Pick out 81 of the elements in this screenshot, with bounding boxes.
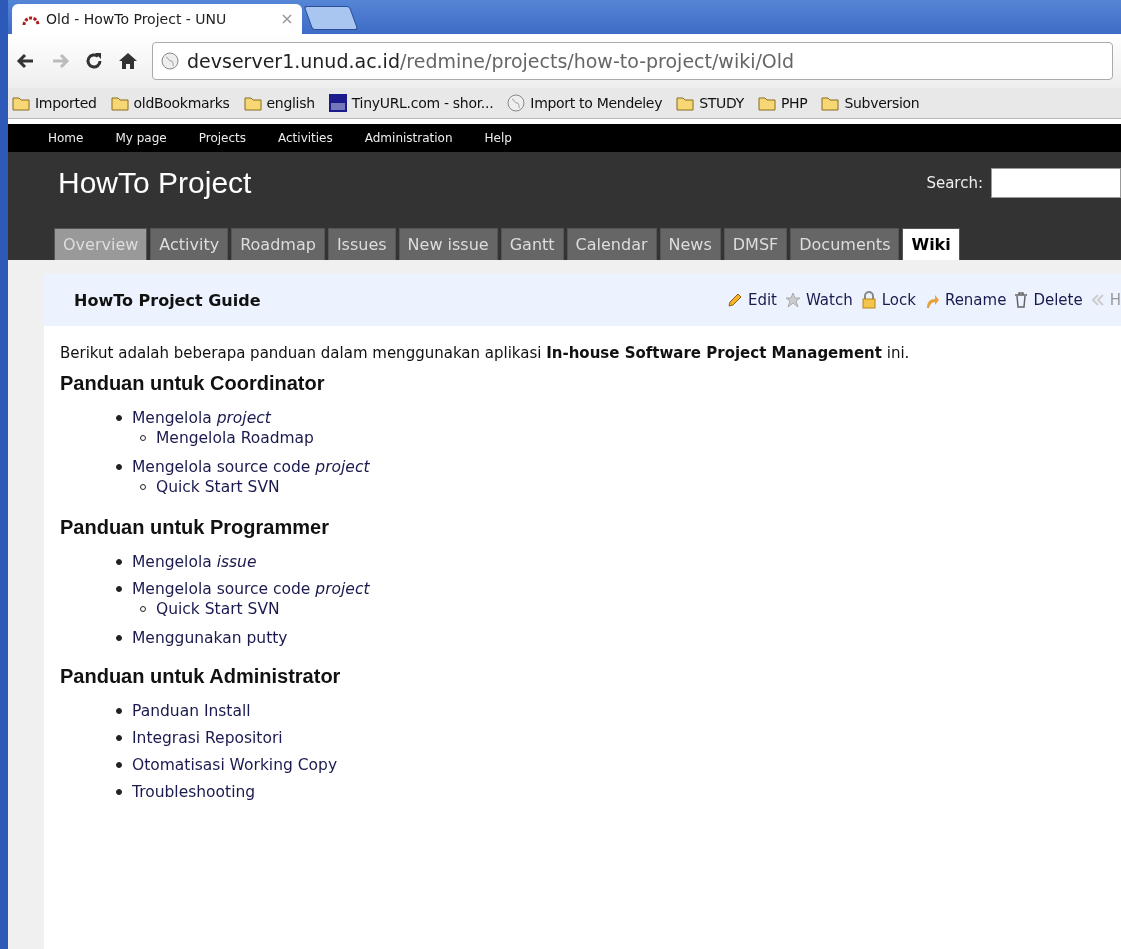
bullet-icon — [116, 735, 122, 741]
tab-title: Old - HowTo Project - UNU — [46, 11, 227, 27]
bookmark-link[interactable]: oldBookmarks — [133, 95, 230, 111]
top-menu-link[interactable]: My page — [115, 131, 167, 145]
section-heading: Panduan untuk Coordinator — [60, 372, 326, 395]
action-link[interactable]: Watch — [805, 291, 853, 309]
project-tab[interactable]: New issue — [398, 228, 498, 260]
bookmark-link[interactable]: TinyURL.com - shor... — [351, 95, 494, 111]
top-menu-link[interactable]: Projects — [198, 131, 246, 145]
address-bar[interactable]: devserver1.unud.ac.id/redmine/projects/how-to-project/wiki/Old — [152, 42, 1113, 80]
wiki-link[interactable]: Troubleshooting — [132, 783, 256, 801]
action-link[interactable]: Edit — [747, 291, 777, 309]
pencil-icon — [726, 292, 743, 308]
bookmark-link[interactable]: PHP — [780, 95, 808, 111]
reload-icon[interactable] — [84, 51, 104, 71]
search-label: Search: — [926, 174, 983, 192]
intro-paragraph: Berikut adalah beberapa panduan dalam menggunakan aplikasi In-house Software Project Management ini. — [60, 344, 911, 362]
wiki-link[interactable]: Mengelola source code project — [132, 580, 370, 598]
bullet-icon — [116, 464, 122, 470]
padlock-icon — [860, 291, 877, 309]
project-tab[interactable]: Documents — [790, 228, 900, 260]
wiki-page-title: HowTo Project Guide — [74, 290, 261, 310]
wiki-link[interactable]: Quick Start SVN — [156, 600, 280, 618]
new-tab-button[interactable] — [303, 6, 359, 30]
bookmark-link[interactable]: Imported — [35, 95, 97, 111]
back-arrow-icon[interactable] — [16, 51, 36, 71]
close-icon[interactable] — [282, 14, 292, 24]
wiki-link[interactable]: Panduan Install — [132, 702, 251, 720]
action-link[interactable]: Lock — [881, 291, 916, 309]
browser-tab[interactable]: Old - HowTo Project - UNU — [12, 4, 302, 34]
wiki-link[interactable]: Integrasi Repositori — [132, 729, 283, 747]
top-menu-link[interactable]: Help — [484, 131, 512, 145]
star-icon — [784, 292, 801, 308]
globe-icon — [507, 94, 526, 112]
bookmark-link[interactable]: english — [266, 95, 315, 111]
folder-icon — [12, 95, 30, 111]
section-heading: Panduan untuk Administrator — [60, 665, 342, 688]
top-menu-link[interactable]: Administration — [364, 131, 453, 145]
wiki-link[interactable]: Mengelola issue — [132, 553, 257, 571]
folder-icon — [243, 95, 262, 111]
project-tab[interactable]: DMSF — [723, 228, 788, 260]
wiki-link[interactable]: Otomatisasi Working Copy — [132, 756, 338, 774]
bookmark-link[interactable]: Import to Mendeley — [530, 95, 663, 111]
bullet-icon — [116, 415, 122, 421]
bookmark-link[interactable]: STUDY — [699, 95, 744, 111]
wiki-link[interactable]: Mengelola project — [132, 409, 271, 427]
section-heading: Panduan untuk Programmer — [60, 516, 330, 539]
project-tab[interactable]: Gantt — [500, 228, 564, 260]
project-tab[interactable]: Activity — [150, 228, 229, 260]
project-tab[interactable]: Calendar — [566, 228, 657, 260]
action-link[interactable]: Rename — [944, 291, 1007, 309]
folder-icon — [110, 95, 129, 111]
bullet-icon — [116, 635, 122, 641]
wiki-link[interactable]: Mengelola source code project — [132, 458, 370, 476]
wiki-link[interactable]: Quick Start SVN — [156, 478, 280, 496]
folder-icon — [757, 95, 776, 111]
home-icon[interactable] — [118, 51, 138, 71]
project-tab[interactable]: Wiki — [902, 228, 960, 260]
top-menu-link[interactable]: Activities — [278, 131, 333, 145]
bullet-icon — [116, 762, 122, 768]
project-title: HowTo Project — [58, 166, 252, 200]
top-menu-link[interactable]: Home — [48, 131, 84, 145]
project-tab[interactable]: News — [659, 228, 721, 260]
bullet-icon — [116, 789, 122, 795]
bullet-icon — [116, 708, 122, 714]
project-tab[interactable]: Roadmap — [231, 228, 325, 260]
tinyurl-logo-icon — [328, 94, 347, 112]
bookmark-link[interactable]: Subversion — [844, 95, 920, 111]
folder-icon — [821, 95, 840, 111]
bullet-icon — [116, 586, 122, 592]
wiki-link[interactable]: Menggunakan putty — [132, 629, 288, 647]
globe-icon — [161, 52, 179, 70]
url-text: devserver1.unud.ac.id/redmine/projects/how-to-project/wiki/Old — [187, 50, 795, 72]
double-chevron-icon — [1090, 293, 1105, 307]
wiki-link[interactable]: Mengelola Roadmap — [156, 429, 314, 447]
bullet-icon — [116, 559, 122, 565]
action-link[interactable]: Delete — [1033, 291, 1083, 309]
search-field[interactable] — [991, 168, 1121, 198]
folder-icon — [676, 95, 695, 111]
trash-icon — [1014, 292, 1029, 308]
project-tab[interactable]: Issues — [327, 228, 396, 260]
